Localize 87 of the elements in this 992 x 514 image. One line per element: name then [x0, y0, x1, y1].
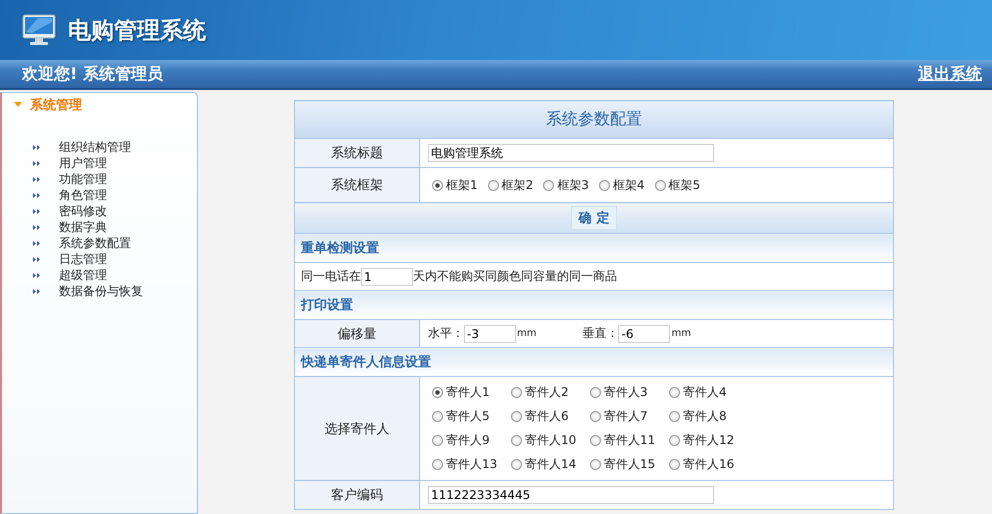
- radio-button[interactable]: [669, 411, 680, 422]
- field-label: 系统标题: [294, 138, 420, 168]
- field-label: 客户编码: [294, 480, 420, 510]
- radio-label: 寄件人11: [604, 432, 656, 449]
- sidebar-item[interactable]: 功能管理: [59, 170, 107, 188]
- double-chevron-icon: [33, 288, 42, 294]
- radio-label: 寄件人3: [604, 384, 648, 401]
- radio-label: 寄件人2: [525, 384, 569, 401]
- double-chevron-icon: [33, 256, 42, 262]
- radio-label: 寄件人1: [446, 384, 490, 401]
- sidebar-item[interactable]: 组织结构管理: [59, 138, 131, 156]
- sidebar-item[interactable]: 数据字典: [59, 218, 107, 236]
- radio-label: 框架4: [612, 176, 645, 194]
- double-chevron-icon: [33, 208, 42, 214]
- horizontal-label: 水平：: [428, 325, 464, 342]
- sidebar-item[interactable]: 用户管理: [59, 154, 107, 172]
- radio-button[interactable]: [511, 411, 522, 422]
- field-label: 选择寄件人: [294, 376, 420, 480]
- radio-label: 寄件人6: [525, 408, 569, 425]
- unit-text: mm: [517, 328, 536, 339]
- radio-button[interactable]: [543, 180, 554, 190]
- horizontal-field[interactable]: -3: [464, 324, 516, 342]
- radio-label: 寄件人14: [525, 456, 576, 473]
- app-title: 电购管理系统: [68, 16, 206, 46]
- radio-button[interactable]: [488, 180, 499, 190]
- radio-label: 寄件人10: [525, 432, 576, 449]
- confirm-button[interactable]: 确 定: [570, 206, 618, 230]
- vertical-field[interactable]: -6: [618, 324, 670, 342]
- radio-button[interactable]: [432, 180, 443, 190]
- radio-button[interactable]: [669, 387, 680, 398]
- field-label: 偏移量: [294, 320, 420, 348]
- text-field[interactable]: 1112223334445: [428, 486, 714, 504]
- radio-label: 框架5: [668, 176, 700, 194]
- unit-text: mm: [671, 328, 691, 339]
- radio-button[interactable]: [432, 435, 443, 446]
- radio-button[interactable]: [590, 459, 601, 470]
- sidebar-item[interactable]: 系统参数配置: [59, 234, 131, 252]
- radio-button[interactable]: [432, 459, 443, 470]
- radio-button[interactable]: [432, 411, 443, 422]
- radio-label: 框架1: [446, 176, 478, 194]
- radio-button[interactable]: [511, 387, 522, 398]
- radio-label: 寄件人15: [604, 456, 656, 473]
- radio-button[interactable]: [511, 459, 522, 470]
- sidebar-item[interactable]: 角色管理: [59, 186, 107, 204]
- radio-label: 寄件人7: [604, 408, 648, 425]
- radio-label: 寄件人12: [683, 432, 734, 449]
- text-field[interactable]: 电购管理系统: [428, 144, 714, 162]
- rule-text: 同一电话在: [301, 268, 361, 285]
- radio-button[interactable]: [590, 411, 601, 422]
- days-field[interactable]: 1: [361, 268, 413, 286]
- form-title: 系统参数配置: [294, 100, 894, 138]
- logout-link[interactable]: 退出系统: [918, 64, 982, 84]
- sidebar-item[interactable]: 密码修改: [59, 202, 107, 220]
- double-chevron-icon: [33, 144, 42, 150]
- sidebar-item[interactable]: 数据备份与恢复: [59, 282, 143, 300]
- radio-button[interactable]: [511, 435, 522, 446]
- field-label: 系统框架: [294, 168, 420, 202]
- welcome-text: 欢迎您! 系统管理员: [22, 64, 163, 84]
- monitor-icon: [22, 14, 56, 46]
- radio-button[interactable]: [590, 387, 601, 398]
- section-heading: 打印设置: [294, 290, 894, 320]
- double-chevron-icon: [33, 192, 42, 198]
- radio-label: 寄件人16: [683, 456, 734, 473]
- radio-label: 寄件人9: [446, 432, 490, 449]
- double-chevron-icon: [33, 176, 42, 182]
- radio-label: 寄件人4: [683, 384, 727, 401]
- double-chevron-icon: [33, 160, 42, 166]
- radio-label: 寄件人8: [683, 408, 727, 425]
- section-heading: 重单检测设置: [294, 234, 894, 262]
- radio-button[interactable]: [654, 180, 666, 190]
- double-chevron-icon: [33, 272, 42, 278]
- section-heading: 快递单寄件人信息设置: [294, 348, 894, 376]
- radio-button[interactable]: [598, 180, 610, 190]
- radio-button[interactable]: [669, 435, 680, 446]
- radio-label: 框架2: [502, 176, 534, 194]
- radio-button[interactable]: [432, 387, 443, 398]
- sidebar-item[interactable]: 超级管理: [59, 266, 107, 284]
- rule-text: 天内不能购买同颜色同容量的同一商品: [413, 268, 617, 285]
- radio-label: 框架3: [557, 176, 589, 194]
- double-chevron-icon: [33, 240, 42, 246]
- radio-button[interactable]: [669, 459, 680, 470]
- sidebar-item[interactable]: 日志管理: [59, 250, 107, 268]
- vertical-label: 垂直：: [582, 325, 618, 342]
- radio-label: 寄件人13: [446, 456, 498, 473]
- radio-button[interactable]: [590, 435, 601, 446]
- double-chevron-icon: [33, 224, 42, 230]
- radio-label: 寄件人5: [446, 408, 490, 425]
